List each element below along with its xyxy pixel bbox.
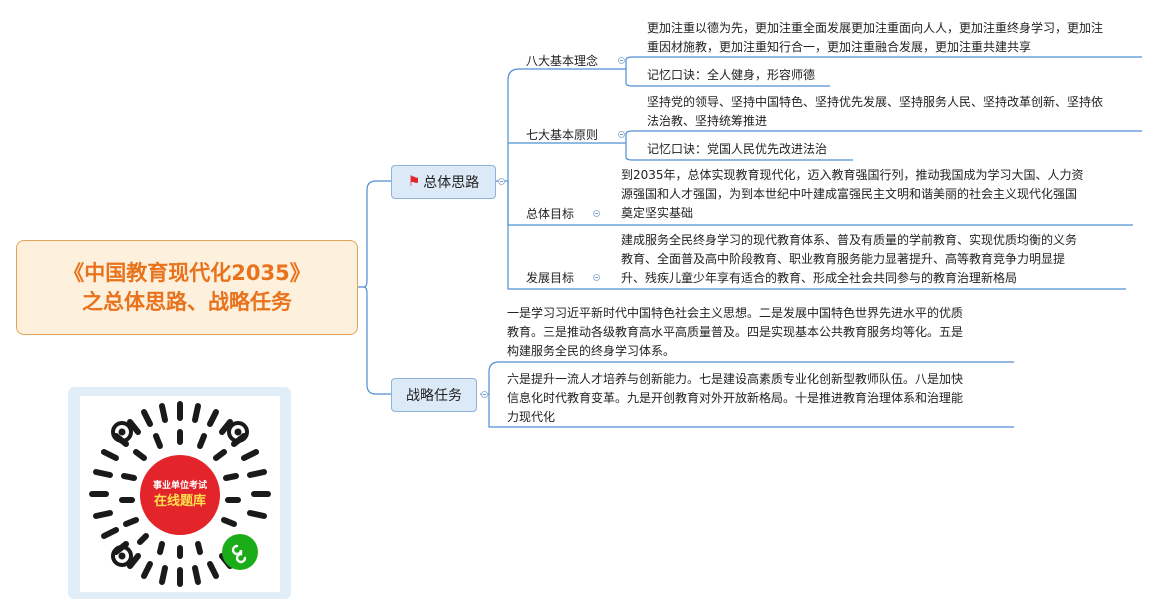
topic-concepts[interactable]: 八大基本理念 — [526, 53, 598, 69]
collapse-icon[interactable] — [593, 274, 600, 281]
goal-content-line3: 奠定坚实基础 — [621, 206, 694, 220]
dev-content-line2: 教育、全面普及高中阶段教育、职业教育服务能力显著提升、高等教育竞争力明显提 — [621, 252, 1066, 266]
mind-map: 《中国教育现代化2035》 之总体思路、战略任务 ⚑ 总体思路 战略任务 八大基… — [0, 0, 1169, 615]
principles-content-line2: 法治教、坚持统筹推进 — [647, 114, 768, 128]
strategy-block2-line1: 六是提升一流人才培养与创新能力。七是建设高素质专业化创新型教师队伍。八是加快 — [507, 372, 964, 386]
collapse-icon[interactable] — [593, 210, 600, 217]
collapse-icon[interactable] — [618, 57, 625, 64]
topic-goal[interactable]: 总体目标 — [526, 206, 574, 222]
root-title-line1: 《中国教育现代化2035》 — [63, 260, 311, 285]
qr-center-line2: 在线题库 — [153, 493, 206, 509]
qr-center-line1: 事业单位考试 — [152, 480, 207, 491]
concepts-content-line2: 重因材施教，更加注重知行合一，更加注重融合发展，更加注重共建共享 — [647, 40, 1032, 54]
topic-overall-label: 总体思路 — [423, 175, 480, 191]
dev-content-line1: 建成服务全民终身学习的现代教育体系、普及有质量的学前教育、实现优质均衡的义务 — [621, 233, 1078, 247]
topic-strategy-label: 战略任务 — [406, 388, 462, 404]
goal-content-line1: 到2035年，总体实现教育现代化，迈入教育强国行列，推动我国成为学习大国、人力资 — [621, 168, 1084, 182]
strategy-block1-line2: 教育。三是推动各级教育高水平高质量普及。四是实现基本公共教育服务均等化。五是 — [507, 325, 964, 339]
collapse-icon[interactable] — [498, 178, 505, 185]
strategy-block1-line3: 构建服务全民的终身学习体系。 — [507, 344, 676, 358]
topic-strategy[interactable]: 战略任务 — [391, 378, 477, 412]
strategy-block1[interactable]: 一是学习习近平新时代中国特色社会主义思想。二是发展中国特色世界先进水平的优质 教… — [507, 304, 963, 361]
dev-content-line3: 升、残疾儿童少年享有适合的教育、形成全社会共同参与的教育治理新格局 — [621, 271, 1018, 285]
collapse-icon[interactable] — [481, 391, 488, 398]
topic-principles[interactable]: 七大基本原则 — [526, 127, 598, 143]
strategy-block2[interactable]: 六是提升一流人才培养与创新能力。七是建设高素质专业化创新型教师队伍。八是加快 信… — [507, 370, 963, 427]
concepts-content[interactable]: 更加注重以德为先，更加注重全面发展更加注重面向人人，更加注重终身学习，更加注 重… — [647, 19, 1103, 57]
concepts-memo[interactable]: 记忆口诀：全人健身，形容师德 — [647, 66, 815, 85]
strategy-block1-line1: 一是学习习近平新时代中国特色社会主义思想。二是发展中国特色世界先进水平的优质 — [507, 306, 964, 320]
collapse-icon[interactable] — [618, 131, 625, 138]
concepts-content-line1: 更加注重以德为先，更加注重全面发展更加注重面向人人，更加注重终身学习，更加注 — [647, 21, 1104, 35]
root-topic[interactable]: 《中国教育现代化2035》 之总体思路、战略任务 — [16, 240, 358, 335]
goal-content-line2: 源强国和人才强国，为到本世纪中叶建成富强民主文明和谐美丽的社会主义现代化强国 — [621, 187, 1078, 201]
dev-content[interactable]: 建成服务全民终身学习的现代教育体系、普及有质量的学前教育、实现优质均衡的义务 教… — [621, 231, 1077, 288]
strategy-block2-line3: 力现代化 — [507, 410, 556, 424]
principles-memo[interactable]: 记忆口诀：党国人民优先改进法治 — [647, 140, 827, 159]
strategy-block2-line2: 信息化时代教育变革。九是开创教育对外开放新格局。十是推进教育治理体系和治理能 — [507, 391, 964, 405]
qr-center-badge: 事业单位考试 在线题库 — [140, 455, 220, 535]
principles-content[interactable]: 坚持党的领导、坚持中国特色、坚持优先发展、坚持服务人民、坚持改革创新、坚持依 法… — [647, 93, 1103, 131]
topic-dev[interactable]: 发展目标 — [526, 270, 574, 286]
mini-program-icon — [222, 534, 258, 570]
topic-overall[interactable]: ⚑ 总体思路 — [391, 165, 496, 199]
principles-content-line1: 坚持党的领导、坚持中国特色、坚持优先发展、坚持服务人民、坚持改革创新、坚持依 — [647, 95, 1104, 109]
root-title-line2: 之总体思路、战略任务 — [82, 289, 292, 314]
goal-content[interactable]: 到2035年，总体实现教育现代化，迈入教育强国行列，推动我国成为学习大国、人力资… — [621, 166, 1084, 223]
flag-icon: ⚑ — [407, 174, 421, 190]
